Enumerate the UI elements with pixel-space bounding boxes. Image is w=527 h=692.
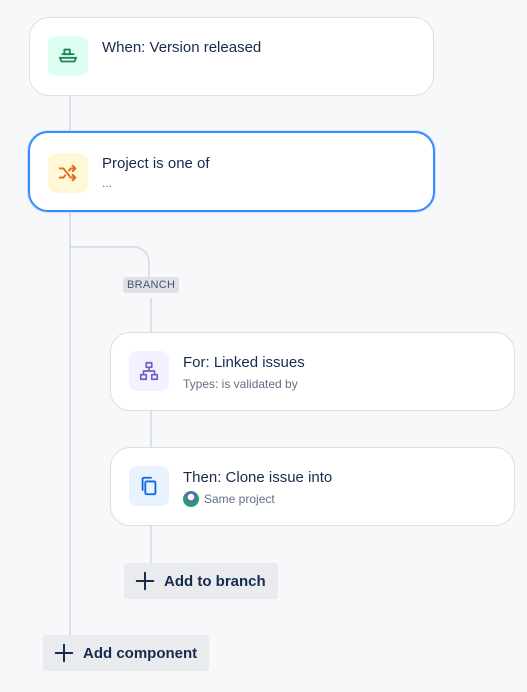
ship-icon — [48, 36, 88, 76]
plus-icon — [54, 643, 74, 663]
trigger-card[interactable]: When: Version released — [29, 17, 434, 96]
project-avatar — [183, 491, 199, 507]
connector-branch-vertical-4 — [150, 526, 152, 564]
branch-then-title: Then: Clone issue into — [183, 469, 333, 486]
copy-icon — [129, 466, 169, 506]
add-to-branch-label: Add to branch — [164, 572, 266, 590]
add-component-label: Add component — [83, 644, 198, 662]
branch-then-subtitle: Same project — [204, 492, 275, 506]
shuffle-icon — [48, 153, 88, 193]
branch-label: BRANCH — [123, 277, 180, 293]
branch-for-title: For: Linked issues — [183, 354, 305, 371]
branch-then-subtitle-row: Same project — [183, 491, 275, 507]
add-to-branch-button[interactable]: Add to branch — [124, 563, 278, 599]
add-component-button[interactable]: Add component — [43, 635, 210, 671]
condition-card[interactable]: Project is one of ... — [28, 131, 435, 212]
branch-for-card[interactable]: For: Linked issues Types: is validated b… — [110, 332, 515, 411]
branch-then-card[interactable]: Then: Clone issue into Same project — [110, 447, 515, 526]
condition-title: Project is one of — [102, 155, 210, 172]
trigger-title: When: Version released — [102, 39, 262, 56]
branch-for-subtitle: Types: is validated by — [183, 377, 298, 391]
connector-branch-curve — [122, 246, 150, 274]
hierarchy-icon — [129, 351, 169, 391]
condition-subtitle: ... — [102, 176, 113, 190]
plus-icon — [135, 571, 155, 591]
connector-branch-vertical-3 — [150, 410, 152, 448]
connector-branch-vertical-2 — [150, 298, 152, 333]
